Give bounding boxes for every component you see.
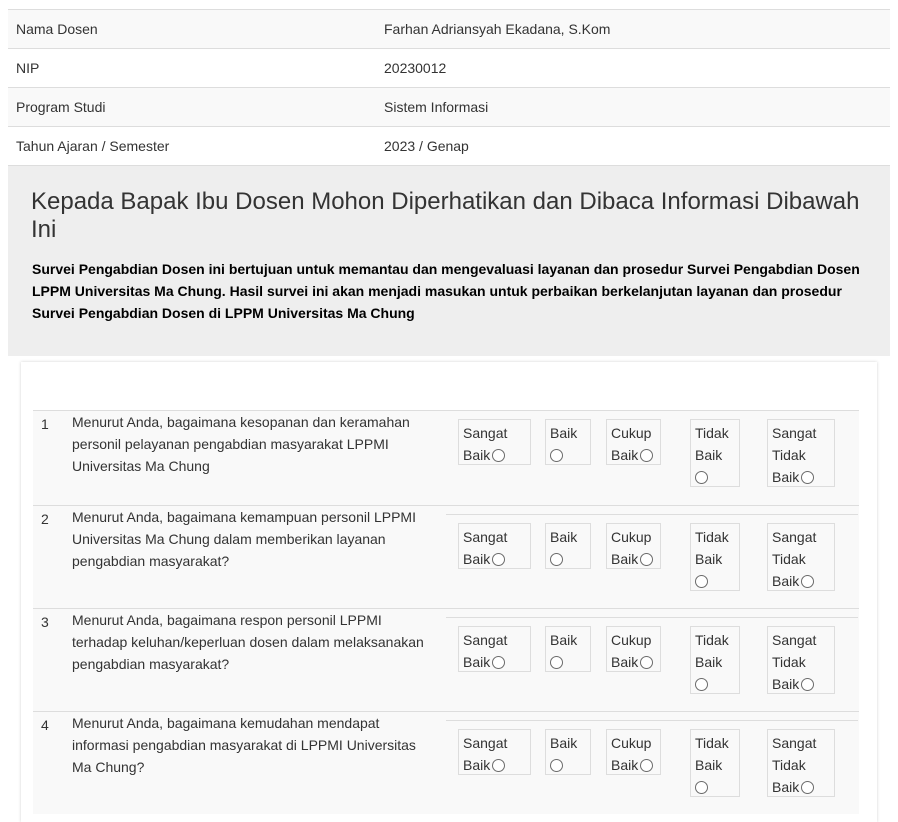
radio-icon[interactable] — [640, 449, 654, 462]
notice-body: Survei Pengabdian Dosen ini bertujuan un… — [32, 261, 860, 321]
answer-options: Sangat Baik Baik Cukup Baik Tidak Baik Sang… — [446, 720, 858, 806]
option-cukup-baik[interactable]: Cukup Baik — [606, 729, 661, 775]
info-label: Nama Dosen — [8, 9, 376, 49]
question-row: 1 Menurut Anda, bagaimana kesopanan dan … — [33, 410, 859, 513]
question-text: Menurut Anda, bagaimana kesopanan dan ke… — [72, 414, 410, 474]
info-label: Program Studi — [8, 87, 376, 127]
radio-icon[interactable] — [550, 656, 563, 669]
radio-icon[interactable] — [492, 656, 506, 669]
radio-icon[interactable] — [695, 471, 708, 484]
answer-options: Sangat Baik Baik Cukup Baik Tidak Baik Sang… — [446, 617, 858, 703]
question-row: 4 Menurut Anda, bagaimana kemudahan mend… — [33, 711, 859, 814]
option-sangat-tidak-baik[interactable]: Sangat Tidak Baik — [767, 729, 835, 797]
survey-card: 1 Menurut Anda, bagaimana kesopanan dan … — [21, 362, 877, 822]
question-row: 2 Menurut Anda, bagaimana kemampuan pers… — [33, 505, 859, 608]
radio-icon[interactable] — [492, 553, 506, 566]
notice-panel: Kepada Bapak Ibu Dosen Mohon Diperhatika… — [8, 166, 890, 356]
radio-icon[interactable] — [801, 471, 815, 484]
radio-icon[interactable] — [801, 575, 815, 588]
question-number: 1 — [41, 416, 49, 432]
info-row-nama: Nama Dosen Farhan Adriansyah Ekadana, S.… — [8, 9, 890, 49]
question-text: Menurut Anda, bagaimana kemudahan mendap… — [72, 715, 416, 775]
option-sangat-baik[interactable]: Sangat Baik — [458, 729, 531, 775]
notice-title: Kepada Bapak Ibu Dosen Mohon Diperhatika… — [31, 188, 860, 243]
option-sangat-baik[interactable]: Sangat Baik — [458, 626, 531, 672]
radio-icon[interactable] — [695, 781, 708, 794]
info-row-tahun-ajaran: Tahun Ajaran / Semester 2023 / Genap — [8, 126, 890, 166]
radio-icon[interactable] — [801, 678, 815, 691]
radio-icon[interactable] — [695, 575, 708, 588]
option-cukup-baik[interactable]: Cukup Baik — [606, 523, 661, 569]
option-sangat-tidak-baik[interactable]: Sangat Tidak Baik — [767, 419, 835, 487]
info-label: NIP — [8, 48, 376, 88]
option-sangat-tidak-baik[interactable]: Sangat Tidak Baik — [767, 626, 835, 694]
info-row-program-studi: Program Studi Sistem Informasi — [8, 87, 890, 127]
answer-options: Sangat Baik Baik Cukup Baik Tidak Baik Sang… — [446, 410, 858, 496]
dosen-info-table: Nama Dosen Farhan Adriansyah Ekadana, S.… — [8, 9, 890, 166]
answer-options: Sangat Baik Baik Cukup Baik Tidak Baik Sang… — [446, 514, 858, 600]
option-baik[interactable]: Baik — [545, 729, 591, 775]
option-tidak-baik[interactable]: Tidak Baik — [690, 523, 740, 591]
info-row-nip: NIP 20230012 — [8, 48, 890, 88]
question-row: 3 Menurut Anda, bagaimana respon personi… — [33, 608, 859, 711]
radio-icon[interactable] — [550, 553, 563, 566]
option-sangat-baik[interactable]: Sangat Baik — [458, 523, 531, 569]
radio-icon[interactable] — [492, 759, 506, 772]
info-value: Farhan Adriansyah Ekadana, S.Kom — [376, 9, 890, 49]
info-value: Sistem Informasi — [376, 87, 890, 127]
option-baik[interactable]: Baik — [545, 626, 591, 672]
option-sangat-baik[interactable]: Sangat Baik — [458, 419, 531, 465]
question-text: Menurut Anda, bagaimana respon personil … — [72, 612, 424, 672]
info-value: 20230012 — [376, 48, 890, 88]
option-tidak-baik[interactable]: Tidak Baik — [690, 626, 740, 694]
option-baik[interactable]: Baik — [545, 523, 591, 569]
radio-icon[interactable] — [492, 449, 506, 462]
option-tidak-baik[interactable]: Tidak Baik — [690, 729, 740, 797]
radio-icon[interactable] — [801, 781, 815, 794]
option-sangat-tidak-baik[interactable]: Sangat Tidak Baik — [767, 523, 835, 591]
option-cukup-baik[interactable]: Cukup Baik — [606, 419, 661, 465]
radio-icon[interactable] — [640, 553, 654, 566]
radio-icon[interactable] — [550, 759, 563, 772]
option-baik[interactable]: Baik — [545, 419, 591, 465]
info-label: Tahun Ajaran / Semester — [8, 126, 376, 166]
question-number: 4 — [41, 717, 49, 733]
radio-icon[interactable] — [550, 449, 563, 462]
radio-icon[interactable] — [640, 759, 654, 772]
question-number: 2 — [41, 511, 49, 527]
info-value: 2023 / Genap — [376, 126, 890, 166]
question-number: 3 — [41, 614, 49, 630]
option-cukup-baik[interactable]: Cukup Baik — [606, 626, 661, 672]
radio-icon[interactable] — [695, 678, 708, 691]
question-text: Menurut Anda, bagaimana kemampuan person… — [72, 509, 416, 569]
radio-icon[interactable] — [640, 656, 654, 669]
option-tidak-baik[interactable]: Tidak Baik — [690, 419, 740, 487]
